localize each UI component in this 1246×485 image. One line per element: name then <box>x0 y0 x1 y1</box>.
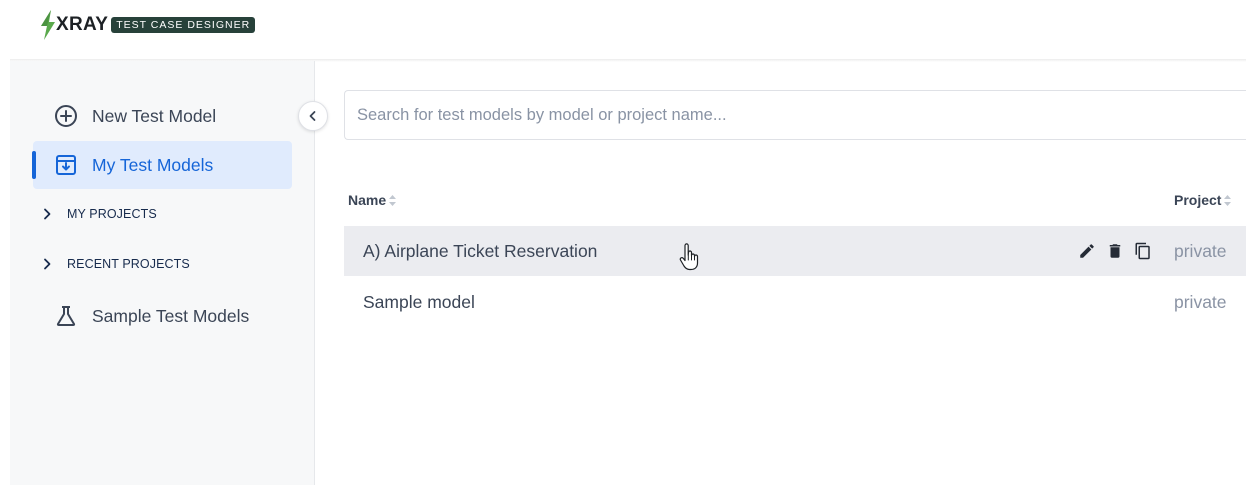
sidebar-item-label: My Test Models <box>92 154 214 175</box>
sidebar-item-sample-test-models[interactable]: Sample Test Models <box>33 292 292 340</box>
sidebar-item-label: New Test Model <box>92 105 217 126</box>
collapse-sidebar-button[interactable] <box>298 101 328 131</box>
search-input[interactable] <box>344 90 1246 140</box>
table-row[interactable]: Sample model private <box>344 277 1246 327</box>
project-cell: private <box>1174 240 1227 261</box>
section-label: MY PROJECTS <box>67 207 157 221</box>
chevron-right-icon <box>39 206 55 222</box>
model-name[interactable]: A) Airplane Ticket Reservation <box>363 241 597 262</box>
sort-icon <box>1224 194 1232 206</box>
brand-name: XRAY <box>56 14 109 35</box>
section-my-projects[interactable]: MY PROJECTS <box>33 199 292 229</box>
sidebar-item-my-test-models[interactable]: My Test Models <box>33 141 292 189</box>
column-header-name[interactable]: Name <box>348 192 397 208</box>
sort-icon <box>389 194 397 206</box>
row-actions <box>1076 240 1160 262</box>
model-name[interactable]: Sample model <box>363 292 475 313</box>
table-row[interactable]: A) Airplane Ticket Reservation private <box>344 226 1246 276</box>
section-label: RECENT PROJECTS <box>67 257 190 271</box>
section-recent-projects[interactable]: RECENT PROJECTS <box>33 249 292 279</box>
bolt-icon <box>41 10 55 40</box>
active-indicator <box>32 151 36 179</box>
copy-icon[interactable] <box>1132 240 1154 262</box>
project-cell: private <box>1174 291 1227 312</box>
delete-icon[interactable] <box>1104 240 1126 262</box>
sidebar-item-new-test-model[interactable]: New Test Model <box>33 92 292 140</box>
edit-icon[interactable] <box>1076 240 1098 262</box>
top-bar: XRAY TEST CASE DESIGNER <box>0 0 1246 60</box>
column-label: Project <box>1174 192 1222 208</box>
app-logo[interactable]: XRAY TEST CASE DESIGNER <box>38 9 256 41</box>
hand-cursor-icon <box>679 243 699 271</box>
plus-circle-icon <box>53 103 79 129</box>
sidebar: New Test Model My Test Models MY PROJECT… <box>10 61 315 485</box>
column-header-project[interactable]: Project <box>1174 192 1232 208</box>
brand-badge: TEST CASE DESIGNER <box>111 17 256 33</box>
flask-icon <box>53 303 79 329</box>
archive-box-icon <box>53 152 79 178</box>
chevron-left-icon <box>309 111 316 121</box>
chevron-right-icon <box>39 256 55 272</box>
sidebar-item-label: Sample Test Models <box>92 305 250 326</box>
column-label: Name <box>348 192 387 208</box>
